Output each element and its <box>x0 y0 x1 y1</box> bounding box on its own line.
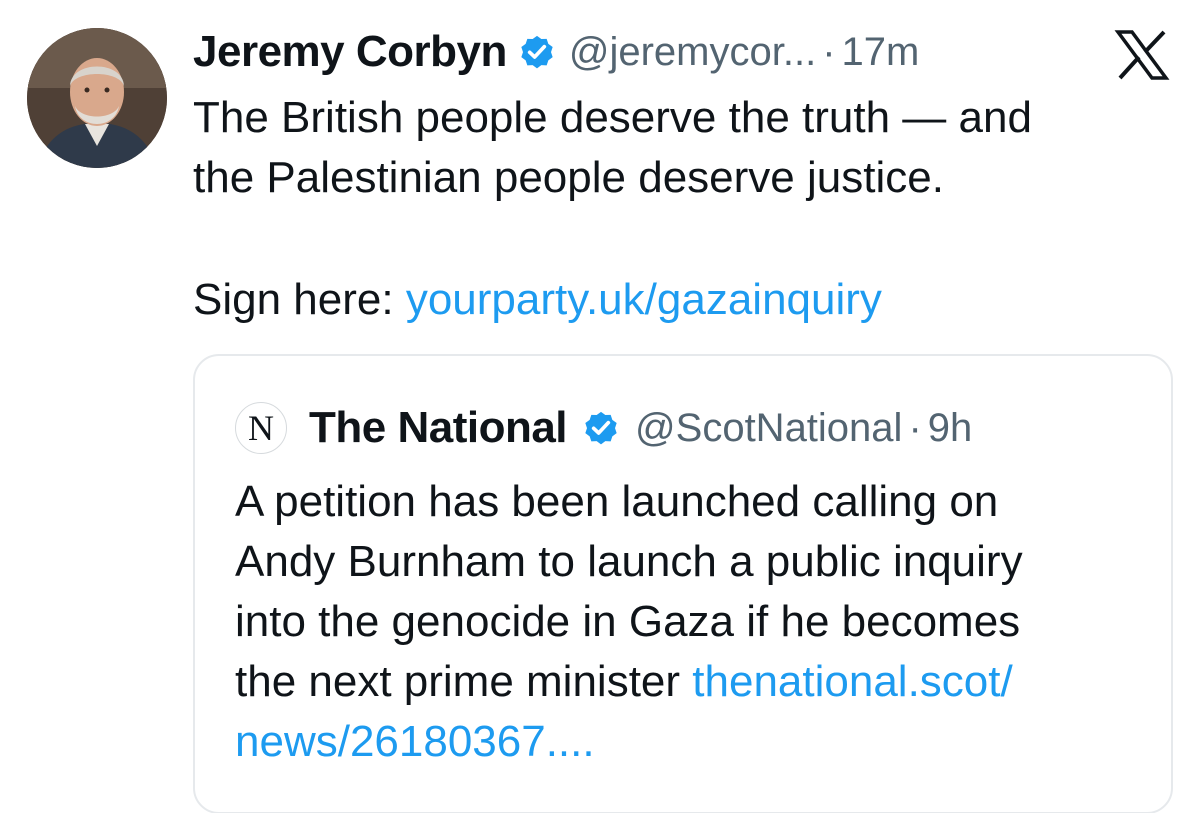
quoted-text-line: news/26180367.... <box>235 712 1155 772</box>
quoted-timestamp[interactable]: 9h <box>928 406 973 451</box>
tweet-card[interactable]: Jeremy Corbyn @jeremycor... · 17m The Br… <box>0 0 1200 813</box>
quoted-author-name[interactable]: The National <box>309 403 568 453</box>
quoted-text-line: the next prime minister thenational.scot… <box>235 652 1155 712</box>
separator-dot: · <box>908 405 922 450</box>
quoted-tweet-text: A petition has been launched calling on … <box>235 472 1155 772</box>
quoted-tweet-header: N The National @ScotNational · 9h <box>235 400 972 456</box>
avatar-photo <box>27 28 167 168</box>
quoted-text-tail: the next prime minister <box>235 657 693 706</box>
article-link[interactable]: thenational.scot/ <box>692 657 1012 706</box>
sign-line: Sign here: yourparty.uk/gazainquiry <box>193 270 882 330</box>
quoted-text-line: into the genocide in Gaza if he becomes <box>235 597 1021 646</box>
article-link-continued[interactable]: news/26180367.... <box>235 717 595 766</box>
tweet-text: The British people deserve the truth — a… <box>193 88 1143 208</box>
petition-link[interactable]: yourparty.uk/gazainquiry <box>406 275 882 324</box>
sign-prefix: Sign here: <box>193 275 406 324</box>
quoted-text-line: A petition has been launched calling on <box>235 477 999 526</box>
verified-badge-icon <box>521 35 553 69</box>
tweet-text-line: the Palestinian people deserve justice. <box>193 153 944 202</box>
quoted-author-handle[interactable]: @ScotNational <box>635 406 902 451</box>
quoted-tweet[interactable]: N The National @ScotNational · 9h A peti… <box>193 354 1173 813</box>
author-handle[interactable]: @jeremycor... <box>569 30 816 75</box>
tweet-header: Jeremy Corbyn @jeremycor... · 17m <box>193 24 919 80</box>
x-logo-icon[interactable] <box>1114 30 1170 80</box>
avatar[interactable] <box>27 28 167 168</box>
timestamp[interactable]: 17m <box>842 30 920 75</box>
tweet-text-line: The British people deserve the truth — a… <box>193 93 1032 142</box>
separator-dot: · <box>822 29 836 74</box>
verified-badge-icon <box>585 411 617 445</box>
quoted-avatar[interactable]: N <box>235 402 287 454</box>
author-name[interactable]: Jeremy Corbyn <box>193 27 507 77</box>
quoted-text-line: Andy Burnham to launch a public inquiry <box>235 537 1023 586</box>
